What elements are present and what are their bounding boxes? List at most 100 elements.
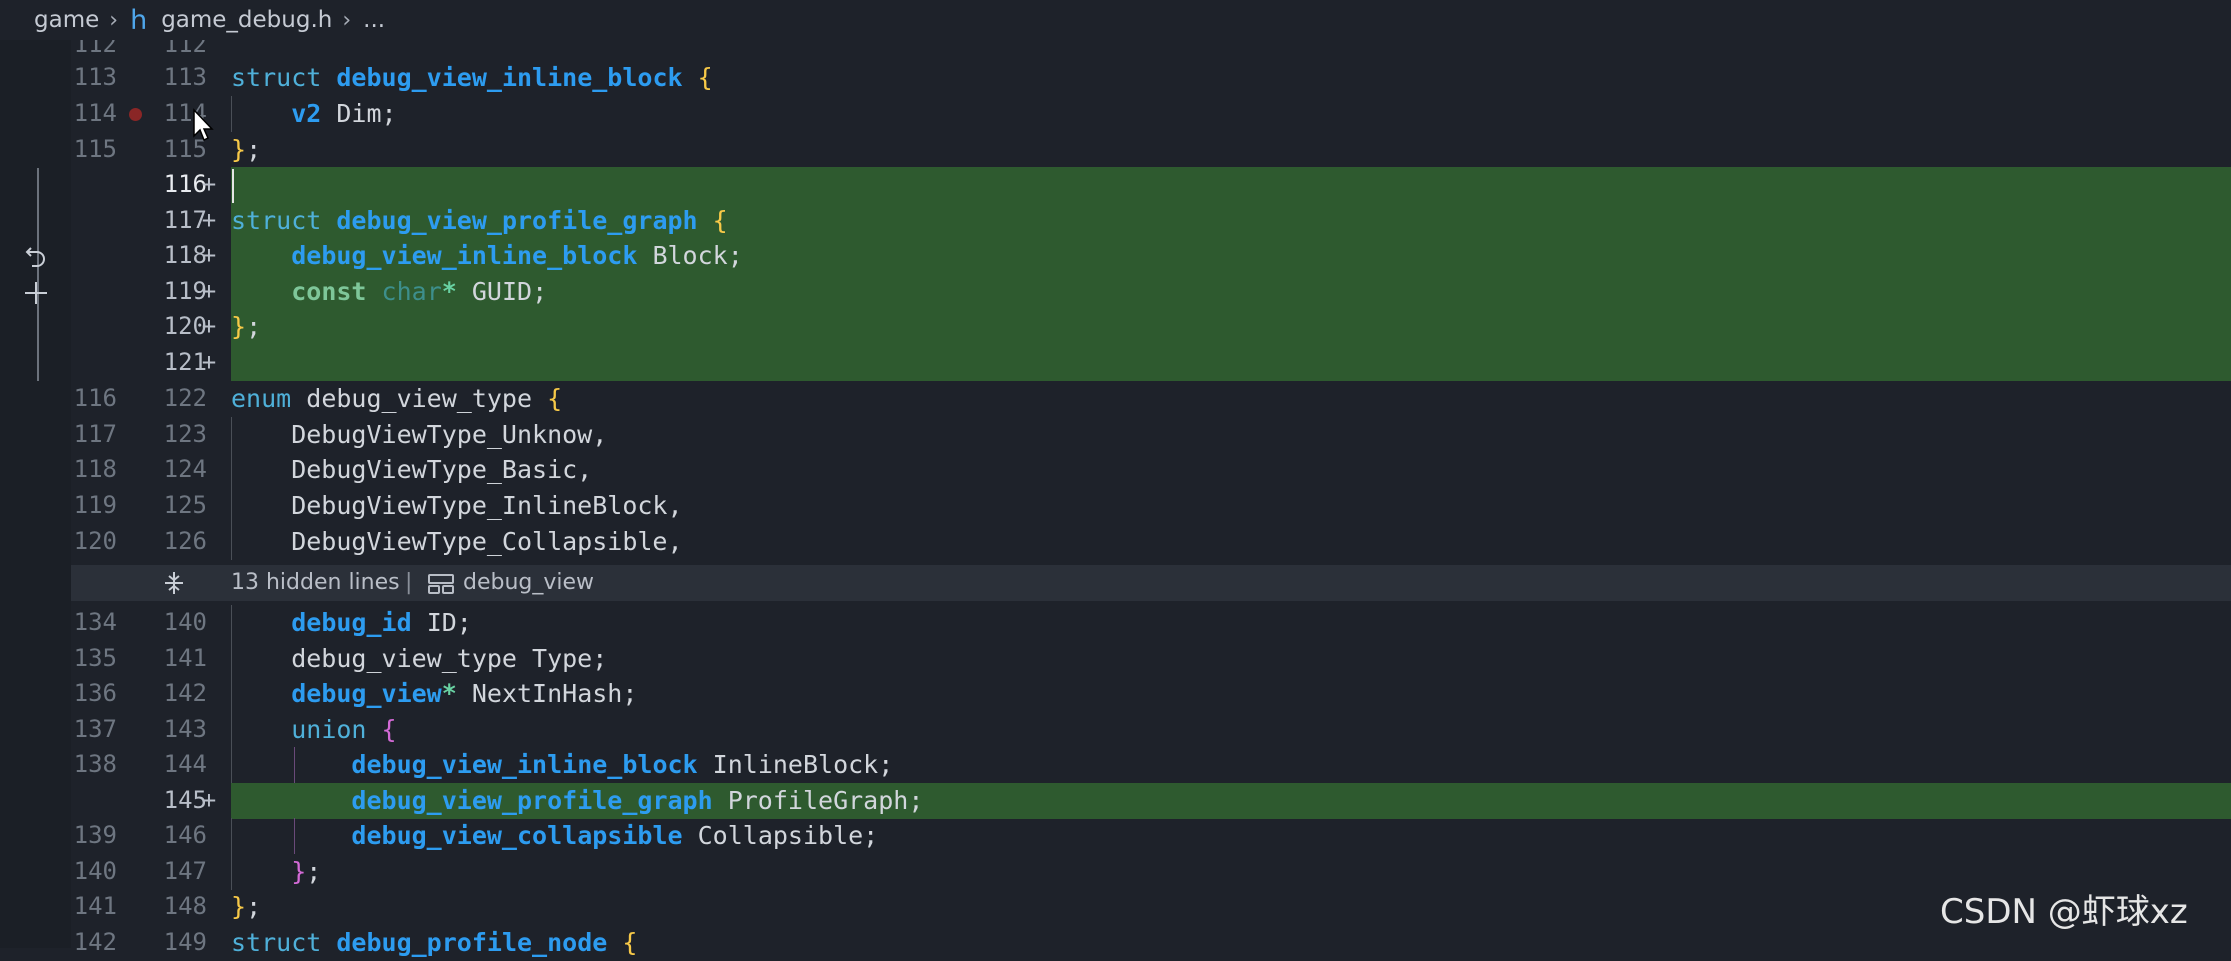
added-line[interactable]: 145 + debug_view_profile_graph ProfileGr… xyxy=(71,783,2231,819)
chevron-right-icon: › xyxy=(109,7,119,33)
old-line-number: 114 xyxy=(73,99,117,127)
code-text: }; xyxy=(231,135,262,164)
new-line-number: 148 xyxy=(163,892,207,920)
text-cursor xyxy=(232,169,234,203)
code-line[interactable]: 141 148 }; xyxy=(71,889,2231,925)
new-line-number: 113 xyxy=(163,63,207,91)
code-line[interactable]: 119 125 DebugViewType_InlineBlock, xyxy=(71,488,2231,524)
code-text: DebugViewType_Basic, xyxy=(231,455,593,484)
new-line-number: 141 xyxy=(163,644,207,672)
new-line-number: 140 xyxy=(163,608,207,636)
code-text: debug_view* NextInHash; xyxy=(291,679,638,708)
breakpoint-icon[interactable] xyxy=(129,108,142,121)
breadcrumb-file[interactable]: game_debug.h xyxy=(161,7,332,33)
added-marker: + xyxy=(201,348,217,376)
code-line[interactable]: 114 114 v2 Dim; xyxy=(71,96,2231,132)
header-file-icon: h xyxy=(130,4,148,36)
code-text: }; xyxy=(291,857,322,886)
old-line-number: 140 xyxy=(73,857,117,885)
code-text: enum debug_view_type { xyxy=(231,384,563,413)
fold-symbol-name[interactable]: debug_view xyxy=(463,565,594,601)
fold-separator: | xyxy=(405,570,413,595)
added-line[interactable]: 120 + }; xyxy=(71,309,2231,345)
added-line-highlight xyxy=(231,167,2231,203)
code-text: }; xyxy=(231,312,262,341)
code-line[interactable]: 113 113 struct debug_view_inline_block { xyxy=(71,60,2231,96)
old-line-number: 136 xyxy=(73,679,117,707)
code-text: debug_view_profile_graph ProfileGraph; xyxy=(351,786,924,815)
code-line[interactable]: 140 147 }; xyxy=(71,854,2231,890)
hidden-lines-label[interactable]: 13 hidden lines xyxy=(231,565,400,601)
old-line-number: 139 xyxy=(73,821,117,849)
code-text: debug_id ID; xyxy=(291,608,472,637)
new-line-number: 142 xyxy=(163,679,207,707)
mouse-pointer-icon xyxy=(193,108,214,142)
old-line-number: 113 xyxy=(73,63,117,91)
new-line-number: 122 xyxy=(163,384,207,412)
watermark: CSDN @虾球xz xyxy=(1940,892,2188,932)
code-text: }; xyxy=(231,892,262,921)
breadcrumb-folder[interactable]: game xyxy=(34,7,99,33)
code-text: DebugViewType_Unknow, xyxy=(231,420,608,449)
code-line[interactable]: 137 143 union { xyxy=(71,712,2231,748)
new-line-number: 126 xyxy=(163,527,207,555)
old-line-number: 138 xyxy=(73,750,117,778)
old-line-number: 120 xyxy=(73,527,117,555)
old-line-number: 116 xyxy=(73,384,117,412)
code-line[interactable]: 138 144 debug_view_inline_block InlineBl… xyxy=(71,747,2231,783)
code-text: struct debug_view_profile_graph { xyxy=(231,206,728,235)
added-line[interactable]: 118 + debug_view_inline_block Block; xyxy=(71,238,2231,274)
old-line-number: 119 xyxy=(73,491,117,519)
added-line[interactable]: 119 + const char* GUID; xyxy=(71,274,2231,310)
code-line[interactable]: 120 126 DebugViewType_Collapsible, xyxy=(71,524,2231,560)
code-text: DebugViewType_Collapsible, xyxy=(231,527,683,556)
code-line[interactable]: 135 141 debug_view_type Type; xyxy=(71,641,2231,677)
added-marker: + xyxy=(201,241,217,269)
code-line[interactable]: 142 149 struct debug_profile_node { xyxy=(71,925,2231,961)
added-marker: + xyxy=(201,206,217,234)
code-line[interactable]: 118 124 DebugViewType_Basic, xyxy=(71,452,2231,488)
code-text: union { xyxy=(291,715,397,744)
added-line[interactable]: 117 + struct debug_view_profile_graph { xyxy=(71,203,2231,239)
struct-symbol-icon xyxy=(428,574,454,594)
added-marker: + xyxy=(201,786,217,814)
old-line-number: 141 xyxy=(73,892,117,920)
code-line[interactable]: 139 146 debug_view_collapsible Collapsib… xyxy=(71,818,2231,854)
new-line-number: 125 xyxy=(163,491,207,519)
added-marker: + xyxy=(201,277,217,305)
code-line[interactable]: 117 123 DebugViewType_Unknow, xyxy=(71,417,2231,453)
code-text: DebugViewType_InlineBlock, xyxy=(231,491,683,520)
new-line-number: 123 xyxy=(163,420,207,448)
code-text: struct debug_view_inline_block { xyxy=(231,63,713,92)
new-line-number: 124 xyxy=(163,455,207,483)
new-line-number: 143 xyxy=(163,715,207,743)
code-line[interactable]: 136 142 debug_view* NextInHash; xyxy=(71,676,2231,712)
added-marker: + xyxy=(201,312,217,340)
diff-editor[interactable]: 112 112 113 113 struct debug_view_inline… xyxy=(0,0,2231,957)
old-line-number: 137 xyxy=(73,715,117,743)
code-text: v2 Dim; xyxy=(291,99,397,128)
unfold-icon[interactable] xyxy=(161,570,187,596)
breadcrumb-more[interactable]: ... xyxy=(363,7,385,33)
added-line-highlight xyxy=(231,309,2231,345)
code-text: debug_view_type Type; xyxy=(231,644,608,673)
code-line[interactable]: 116 122 enum debug_view_type { xyxy=(71,381,2231,417)
added-line-highlight xyxy=(231,345,2231,381)
old-line-number: 117 xyxy=(73,420,117,448)
new-line-number: 146 xyxy=(163,821,207,849)
added-line[interactable]: 121 + xyxy=(71,345,2231,381)
new-line-number: 144 xyxy=(163,750,207,778)
added-line[interactable]: 116 + xyxy=(71,167,2231,203)
code-text: struct debug_profile_node { xyxy=(231,928,638,957)
code-line[interactable]: 134 140 debug_id ID; xyxy=(71,605,2231,641)
old-line-number: 115 xyxy=(73,135,117,163)
code-line[interactable]: 115 115 }; xyxy=(71,132,2231,168)
hidden-lines-fold[interactable]: 13 hidden lines | debug_view xyxy=(71,565,2231,601)
old-line-number: 134 xyxy=(73,608,117,636)
old-line-number: 142 xyxy=(73,928,117,956)
added-marker: + xyxy=(201,170,217,198)
old-line-number: 135 xyxy=(73,644,117,672)
new-line-number: 147 xyxy=(163,857,207,885)
code-text: debug_view_collapsible Collapsible; xyxy=(351,821,879,850)
chevron-right-icon: › xyxy=(342,7,352,33)
